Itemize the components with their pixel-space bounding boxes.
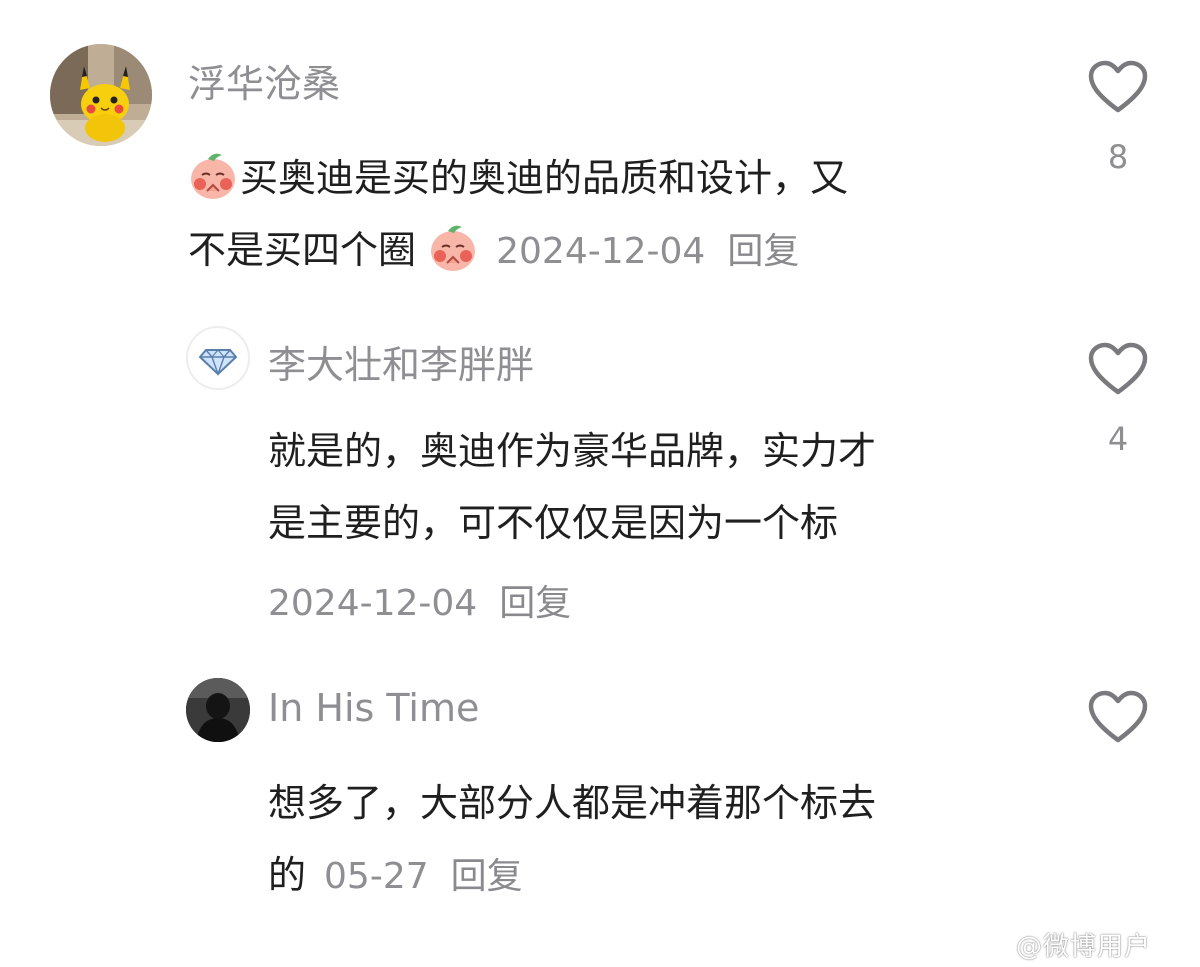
comment-date: 05-27 xyxy=(324,856,429,897)
comment-text-line1: 想多了，大部分人都是冲着那个标去 xyxy=(268,781,877,825)
watermark: @微博用户 xyxy=(1016,932,1152,962)
reply-button[interactable]: 回复 xyxy=(451,856,523,897)
dark-photo-avatar[interactable] xyxy=(186,678,250,742)
comment-text: 想多了，大部分人都是冲着那个标去 的 05-27 回复 xyxy=(268,767,1068,913)
person-silhouette-icon xyxy=(186,678,250,742)
comment-username[interactable]: In His Time xyxy=(268,686,479,730)
comment-text-line: 的 05-27 回复 xyxy=(268,839,1068,913)
comment-item: In His Time 想多了，大部分人都是冲着那个标去 的 05-27 回复 xyxy=(0,0,1200,967)
comment-text-line2: 的 xyxy=(268,853,307,897)
like-heart-icon[interactable] xyxy=(1088,690,1148,744)
